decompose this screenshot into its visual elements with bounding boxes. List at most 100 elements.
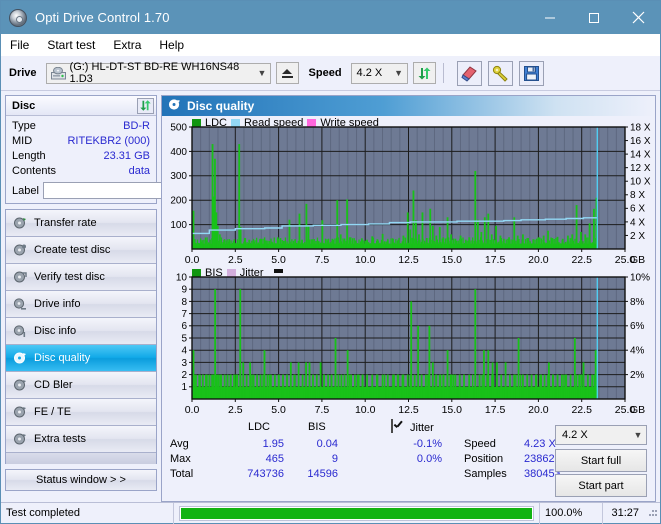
close-icon[interactable]	[616, 1, 660, 34]
sidebar-label: FE / TE	[34, 406, 72, 418]
svg-text:10.0: 10.0	[355, 404, 376, 416]
speed-stat-value: 4.23 X	[524, 438, 556, 450]
disc-info-box: Disc Type BD-R MID RITEKBR2 (000) Length…	[5, 95, 240, 204]
svg-text:6%: 6%	[630, 321, 645, 332]
disc-box-title: Disc	[12, 99, 36, 112]
menu-help[interactable]: Help	[159, 36, 193, 54]
svg-text:7: 7	[181, 309, 187, 320]
disc-info-icon	[13, 324, 27, 338]
title-bar: Opti Drive Control 1.70	[1, 1, 660, 34]
charts-area: LDC Read speed Write speed BIS Jitter 10…	[162, 116, 655, 419]
menu-file[interactable]: File	[10, 36, 38, 54]
svg-text:0.0: 0.0	[185, 254, 200, 266]
disc-quality-icon	[13, 351, 27, 365]
svg-text:300: 300	[170, 171, 187, 182]
svg-text:2.5: 2.5	[228, 404, 243, 416]
svg-text:100: 100	[170, 220, 187, 231]
sidebar-item-transfer-rate[interactable]: Transfer rate	[6, 210, 156, 237]
menu-start-test[interactable]: Start test	[47, 36, 104, 54]
menu-extra[interactable]: Extra	[113, 36, 150, 54]
sidebar-item-cd-bler[interactable]: CD Bler	[6, 372, 156, 399]
svg-text:500: 500	[170, 122, 187, 133]
disc-test-icon	[13, 243, 27, 257]
disc-label-caption: Label	[12, 184, 39, 197]
progress-bar	[174, 503, 539, 524]
drive-value: (G:) HL-DT-ST BD-RE WH16NS48 1.D3	[69, 61, 240, 85]
eraser-icon	[460, 65, 477, 82]
disc-test-icon	[13, 378, 27, 392]
resize-grip-icon[interactable]	[644, 506, 658, 520]
drive-hardware-icon	[50, 66, 66, 80]
svg-text:8: 8	[181, 297, 187, 308]
disc-quality-icon	[168, 98, 181, 114]
svg-text:17.5: 17.5	[485, 254, 506, 266]
svg-text:9: 9	[181, 285, 187, 296]
disc-test-icon	[13, 405, 27, 419]
chevron-down-icon[interactable]: ▼	[254, 68, 269, 78]
test-speed-select[interactable]: 4.2 X ▼	[555, 425, 647, 445]
svg-text:5: 5	[181, 333, 187, 344]
speed-select[interactable]: 4.2 X ▼	[350, 62, 408, 84]
start-part-button[interactable]: Start part	[555, 474, 647, 497]
maximize-icon[interactable]	[572, 1, 616, 34]
svg-text:1: 1	[181, 382, 187, 393]
panel-title: Disc quality	[187, 99, 255, 113]
sidebar-item-disc-quality[interactable]: Disc quality	[6, 345, 156, 372]
disc-length-label: Length	[12, 150, 46, 162]
svg-text:20.0: 20.0	[528, 404, 549, 416]
stats-row-max-label: Max	[170, 453, 191, 465]
status-bar: Test completed 100.0% 31:27	[1, 502, 660, 524]
save-button[interactable]	[518, 60, 544, 86]
disc-mid-label: MID	[12, 135, 33, 147]
svg-text:12 X: 12 X	[630, 163, 651, 174]
sidebar-item-verify-test-disc[interactable]: Verify test disc	[6, 264, 156, 291]
sidebar-item-disc-info[interactable]: Disc info	[6, 318, 156, 345]
drive-info-icon	[13, 297, 27, 311]
tools-button[interactable]	[487, 60, 513, 86]
stats-row-avg-label: Avg	[170, 438, 189, 450]
sidebar-label: Create test disc	[34, 244, 111, 256]
panel-header: Disc quality	[162, 96, 655, 116]
floppy-save-icon	[523, 65, 539, 81]
chevron-down-icon[interactable]: ▼	[630, 430, 646, 440]
svg-text:22.5: 22.5	[571, 254, 592, 266]
status-window-button[interactable]: Status window > >	[5, 469, 157, 491]
position-stat-label: Position	[464, 453, 504, 465]
svg-text:10 X: 10 X	[630, 177, 651, 188]
sidebar-label: Extra tests	[34, 433, 86, 445]
disc-length-value: 23.31 GB	[103, 150, 150, 162]
svg-text:6 X: 6 X	[630, 204, 645, 215]
stats-avg-bis: 0.04	[316, 438, 338, 450]
app-disc-icon	[9, 8, 27, 27]
eject-icon	[281, 68, 292, 74]
test-speed-value: 4.2 X	[562, 429, 588, 441]
stats-row-total-label: Total	[170, 468, 194, 480]
stats-avg-ldc: 1.95	[262, 438, 284, 450]
chevron-down-icon[interactable]: ▼	[391, 68, 407, 78]
svg-text:8 X: 8 X	[630, 190, 645, 201]
stats-max-ldc: 465	[265, 453, 284, 465]
drive-label: Drive	[9, 67, 37, 79]
erase-button[interactable]	[456, 60, 482, 86]
eject-button[interactable]	[275, 62, 299, 84]
svg-text:5.0: 5.0	[271, 254, 286, 266]
refresh-icon	[418, 67, 431, 79]
disc-refresh-button[interactable]	[137, 97, 154, 114]
svg-text:GB: GB	[630, 404, 645, 416]
sidebar-item-create-test-disc[interactable]: Create test disc	[6, 237, 156, 264]
sidebar-item-extra-tests[interactable]: Extra tests	[6, 426, 156, 453]
main-content: Disc Type BD-R MID RITEKBR2 (000) Length…	[1, 91, 660, 502]
speed-value: 4.2 X	[356, 67, 383, 79]
svg-text:6: 6	[181, 321, 187, 332]
start-full-button[interactable]: Start full	[555, 449, 647, 472]
jitter-checkbox[interactable]	[391, 419, 393, 433]
svg-text:200: 200	[170, 196, 187, 207]
status-message: Test completed	[6, 507, 80, 519]
disc-label-row: Label	[12, 182, 240, 199]
minimize-icon[interactable]	[528, 1, 572, 34]
sidebar-item-drive-info[interactable]: Drive info	[6, 291, 156, 318]
refresh-button[interactable]	[412, 62, 436, 84]
sidebar-label: Disc info	[34, 325, 77, 337]
sidebar-item-fe-te[interactable]: FE / TE	[6, 399, 156, 426]
drive-select[interactable]: (G:) HL-DT-ST BD-RE WH16NS48 1.D3 ▼	[45, 61, 271, 85]
